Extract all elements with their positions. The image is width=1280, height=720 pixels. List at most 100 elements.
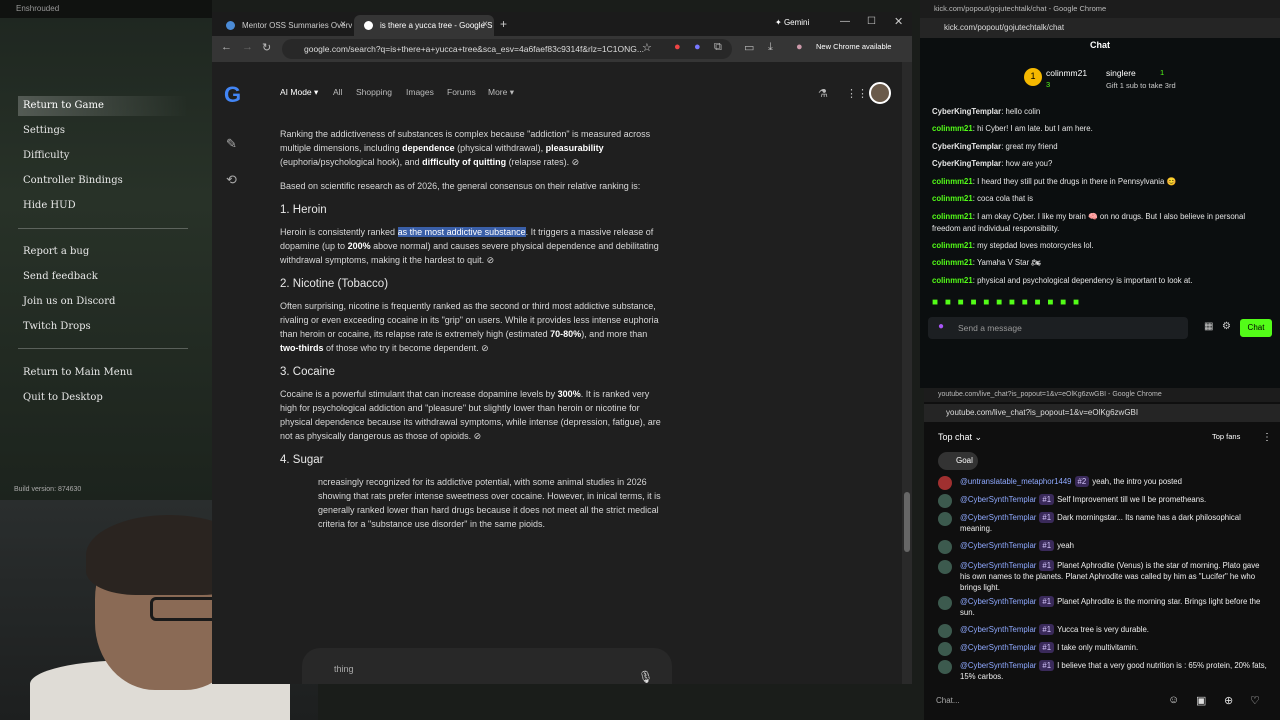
- link-icon[interactable]: ⊘: [572, 157, 580, 167]
- menu-main-menu[interactable]: Return to Main Menu: [18, 363, 188, 383]
- chat-username[interactable]: CyberKingTemplar: [932, 107, 1001, 116]
- kick-message-input[interactable]: Send a message: [928, 317, 1188, 339]
- avatar[interactable]: [938, 624, 952, 638]
- new-tab-icon[interactable]: +: [500, 17, 507, 31]
- emoji-icon[interactable]: ☺: [1168, 694, 1179, 706]
- avatar[interactable]: [938, 512, 952, 526]
- kick-chat-send-button[interactable]: Chat: [1240, 319, 1272, 337]
- scrollbar-thumb[interactable]: [904, 492, 910, 552]
- download-icon[interactable]: ⤓: [768, 41, 773, 54]
- nav-all[interactable]: All: [333, 87, 342, 97]
- menu-return-to-game[interactable]: Return to Game: [18, 96, 188, 116]
- new-chat-edit-icon[interactable]: ✎: [226, 136, 237, 152]
- chat-username[interactable]: colinmm21: [932, 194, 973, 203]
- minimize-icon[interactable]: —: [840, 16, 850, 27]
- nav-ai-mode[interactable]: AI Mode ▾: [280, 87, 318, 98]
- close-icon[interactable]: ×: [482, 19, 488, 30]
- yt-chat-input[interactable]: Chat...: [936, 696, 1158, 705]
- close-icon[interactable]: ×: [340, 19, 346, 30]
- chat-username[interactable]: colinmm21: [932, 276, 973, 285]
- super-chat-icon[interactable]: ▣: [1196, 694, 1206, 707]
- extensions-puzzle-icon[interactable]: ⧉: [714, 41, 722, 54]
- chat-username[interactable]: colinmm21: [932, 212, 973, 221]
- nav-shopping[interactable]: Shopping: [356, 87, 392, 97]
- reload-icon[interactable]: ↻: [262, 41, 271, 54]
- link-icon[interactable]: ⊘: [487, 255, 495, 265]
- chat-username[interactable]: @CyberSynthTemplar: [960, 561, 1036, 570]
- maximize-icon[interactable]: ☐: [867, 16, 876, 27]
- google-logo[interactable]: G: [224, 82, 241, 108]
- gemini-button[interactable]: ✦ Gemini: [775, 18, 809, 27]
- chat-username[interactable]: @CyberSynthTemplar: [960, 625, 1036, 634]
- menu-twitch-drops[interactable]: Twitch Drops: [18, 317, 188, 337]
- extension-icon[interactable]: ●: [674, 41, 681, 53]
- menu-discord[interactable]: Join us on Discord: [18, 292, 188, 312]
- heart-icon[interactable]: ♡: [1250, 694, 1260, 707]
- chat-username[interactable]: @CyberSynthTemplar: [960, 495, 1036, 504]
- chat-username[interactable]: colinmm21: [932, 258, 973, 267]
- split-view-icon[interactable]: ▭: [744, 41, 754, 54]
- labs-flask-icon[interactable]: ⚗: [818, 87, 828, 100]
- avatar[interactable]: [938, 560, 952, 574]
- menu-quit[interactable]: Quit to Desktop: [18, 388, 188, 408]
- nav-more[interactable]: More ▾: [488, 87, 514, 98]
- microphone-icon[interactable]: 🎙: [638, 670, 653, 684]
- menu-difficulty[interactable]: Difficulty: [18, 146, 188, 166]
- menu-hide-hud[interactable]: Hide HUD: [18, 196, 188, 216]
- update-chrome-button[interactable]: New Chrome available: [816, 42, 891, 51]
- chat-username[interactable]: colinmm21: [932, 241, 973, 250]
- more-options-icon[interactable]: ⋮: [1262, 432, 1272, 443]
- chat-username[interactable]: @CyberSynthTemplar: [960, 513, 1036, 522]
- avatar[interactable]: [938, 476, 952, 490]
- chat-username[interactable]: CyberKingTemplar: [932, 159, 1001, 168]
- game-window-title: Enshrouded: [0, 0, 212, 18]
- extension-icon[interactable]: ●: [694, 41, 701, 53]
- nav-forums[interactable]: Forums: [447, 87, 476, 97]
- profile-avatar[interactable]: ●: [796, 41, 803, 53]
- emote-bar[interactable]: ■ ■ ■ ■ ■ ■ ■ ■ ■ ■ ■ ■: [932, 297, 1081, 308]
- top-chat-dropdown[interactable]: Top chat ⌄: [938, 432, 982, 443]
- microphone-icon[interactable]: ●: [938, 321, 944, 332]
- chat-username[interactable]: colinmm21: [932, 177, 973, 186]
- link-icon[interactable]: ⊘: [481, 343, 489, 353]
- close-window-icon[interactable]: ✕: [894, 15, 903, 28]
- avatar[interactable]: [938, 660, 952, 674]
- gift-sub-prompt[interactable]: Gift 1 sub to take 3rd: [1106, 81, 1176, 90]
- gift-icon[interactable]: ▦: [1204, 321, 1213, 332]
- avatar[interactable]: [938, 642, 952, 656]
- link-icon[interactable]: ⊘: [474, 431, 482, 441]
- game-pause-menu: Enshrouded Return to Game Settings Diffi…: [0, 0, 212, 500]
- chat-username[interactable]: colinmm21: [932, 124, 973, 133]
- history-icon[interactable]: ⟲: [226, 172, 237, 188]
- yt-address-bar[interactable]: youtube.com/live_chat?is_popout=1&v=eOlK…: [924, 404, 1280, 422]
- avatar[interactable]: [938, 540, 952, 554]
- add-icon[interactable]: ⊕: [1224, 694, 1233, 707]
- chat-username[interactable]: @CyberSynthTemplar: [960, 541, 1036, 550]
- bookmark-star-icon[interactable]: ☆: [642, 41, 652, 54]
- avatar[interactable]: [938, 596, 952, 610]
- kick-address-bar[interactable]: kick.com/popout/gojutechtalk/chat: [920, 18, 1280, 38]
- tab-yucca[interactable]: is there a yucca tree - Google S ×: [354, 15, 494, 36]
- tab-mentor[interactable]: Mentor OSS Summaries Overvi ×: [216, 15, 352, 36]
- menu-settings[interactable]: Settings: [18, 121, 188, 141]
- chat-username[interactable]: @untranslatable_metaphor1449: [960, 477, 1072, 486]
- chat-username[interactable]: @CyberSynthTemplar: [960, 597, 1036, 606]
- account-avatar[interactable]: [869, 82, 891, 104]
- menu-send-feedback[interactable]: Send feedback: [18, 267, 188, 287]
- nav-images[interactable]: Images: [406, 87, 434, 97]
- chat-username[interactable]: @CyberSynthTemplar: [960, 661, 1036, 670]
- apps-grid-icon[interactable]: ⋮⋮: [846, 87, 868, 100]
- top-fans-button[interactable]: Top fans: [1212, 432, 1240, 441]
- goal-chip[interactable]: Goal: [938, 452, 978, 470]
- back-icon[interactable]: ←: [221, 41, 232, 53]
- scrollbar[interactable]: [902, 62, 912, 684]
- avatar[interactable]: [938, 494, 952, 508]
- chat-username[interactable]: @CyberSynthTemplar: [960, 643, 1036, 652]
- settings-gear-icon[interactable]: ⚙: [1222, 321, 1231, 332]
- address-bar[interactable]: google.com/search?q=is+there+a+yucca+tre…: [282, 39, 732, 59]
- chat-username[interactable]: CyberKingTemplar: [932, 142, 1001, 151]
- menu-report-bug[interactable]: Report a bug: [18, 242, 188, 262]
- forward-icon[interactable]: →: [242, 41, 253, 53]
- menu-controller-bindings[interactable]: Controller Bindings: [18, 171, 188, 191]
- ask-input[interactable]: thing 🎙: [302, 648, 672, 684]
